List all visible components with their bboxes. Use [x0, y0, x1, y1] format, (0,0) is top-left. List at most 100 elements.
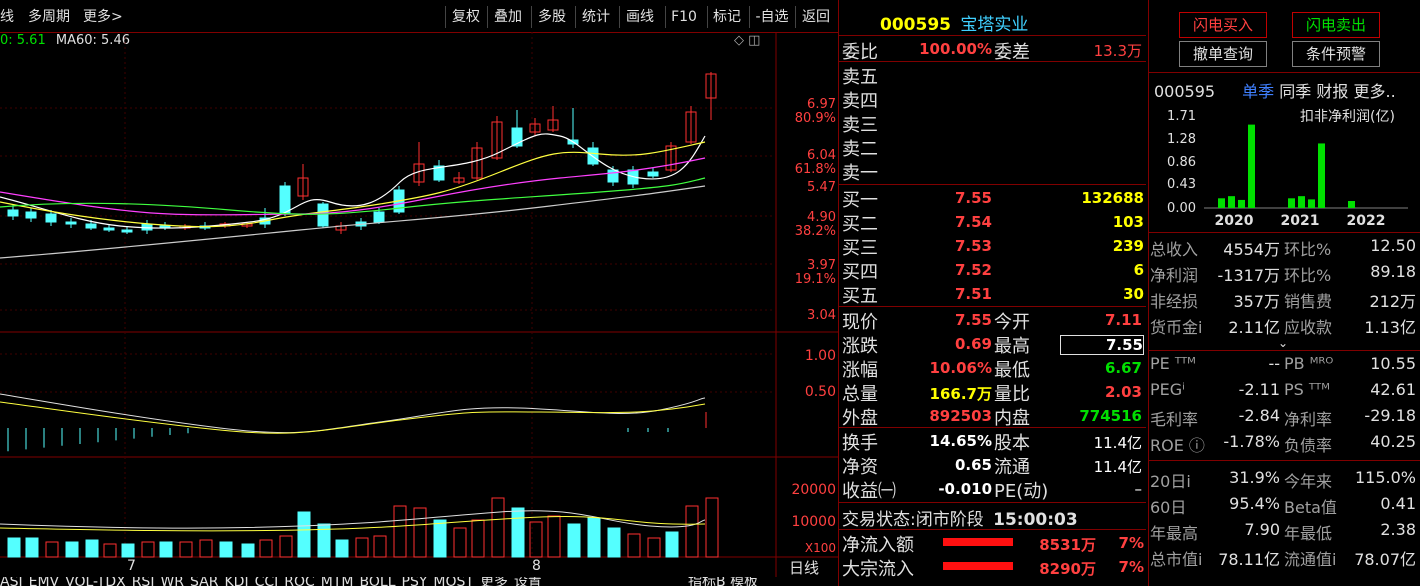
ma-line — [0, 133, 706, 229]
toolbar-button-3[interactable]: 统计 — [578, 5, 614, 29]
tab-more[interactable]: 更多.. — [1354, 82, 1396, 101]
indicator-tab-11[interactable]: PSY — [402, 577, 428, 586]
indicator-tab-1[interactable]: EMV — [29, 577, 60, 586]
fin-label-2: PB ᴹᴿᴼ — [1284, 354, 1334, 373]
cancel-order-button[interactable]: 撤单查询 — [1179, 41, 1267, 67]
bid-level-label: 买三 — [842, 238, 878, 259]
fin-label: 净利润 — [1150, 266, 1199, 285]
volume-bar — [179, 541, 193, 558]
mini-bar — [1248, 124, 1255, 208]
indicator-tab-7[interactable]: CCI — [255, 577, 279, 586]
flow-percent: 7% — [1118, 534, 1144, 552]
quote-label-2: 量比 — [994, 384, 1030, 405]
tab-report[interactable]: 财报 — [1316, 82, 1348, 101]
stock-header: 000595 宝塔实业 — [880, 10, 1028, 35]
toolbar-button-1[interactable]: 叠加 — [490, 5, 526, 29]
profit-mini-chart: 1.71 1.28 0.86 0.43 0.00 2020 2021 2022 — [1167, 109, 1408, 229]
indicator-tab-14[interactable]: 设置 — [514, 577, 542, 586]
tab-same-quarter[interactable]: 同季 — [1279, 82, 1311, 101]
daily-period-label[interactable]: 日线 — [789, 557, 819, 578]
weibi-value: 100.00% — [919, 40, 992, 58]
toolbar-button-5[interactable]: F10 — [668, 5, 700, 29]
candle-body — [85, 223, 97, 229]
volume-bar — [45, 541, 59, 558]
ma-line — [0, 185, 706, 259]
indicator-tab-10[interactable]: BOLL — [360, 577, 396, 586]
indicator-tab-2[interactable]: VOL-TDX — [65, 577, 126, 586]
fin-value: 31.9% — [1229, 468, 1280, 487]
volume-bar — [607, 527, 621, 558]
price-tick: 3.04 — [807, 308, 836, 323]
indicator-tab-3[interactable]: RSI — [132, 577, 155, 586]
stock-name: 宝塔实业 — [960, 15, 1029, 35]
volume-bar — [511, 507, 525, 558]
volume-bar — [547, 515, 561, 558]
fin-label: PEGⁱ — [1150, 380, 1186, 399]
indicator-tab-8[interactable]: ROC — [284, 577, 315, 586]
toolbar-button-0[interactable]: 复权 — [448, 5, 484, 29]
fin-label-2: Beta值 — [1284, 498, 1337, 517]
price-tick: 3.97 — [807, 258, 836, 273]
fin-label: 20日i — [1150, 472, 1191, 491]
price-tick: 5.47 — [807, 180, 836, 195]
toolbar-more[interactable]: 更多> — [83, 5, 123, 29]
divider — [839, 502, 1146, 503]
toolbar-button-7[interactable]: -自选 — [752, 5, 792, 29]
candle-body — [121, 229, 133, 233]
condition-alert-button[interactable]: 条件预警 — [1292, 41, 1380, 67]
mini-x-tick: 2021 — [1281, 213, 1320, 229]
flow-bar — [943, 562, 1013, 570]
fin-value-2: 40.25 — [1370, 432, 1416, 451]
tab-single-quarter[interactable]: 单季 — [1242, 82, 1274, 101]
mini-bar — [1218, 198, 1225, 208]
fin-value: -2.84 — [1238, 406, 1280, 425]
divider — [1148, 72, 1420, 73]
indicator-tab-9[interactable]: MTM — [321, 577, 354, 586]
indicator-tab-4[interactable]: WR — [160, 577, 184, 586]
stat-value-2: – — [1134, 480, 1143, 498]
fin-label: 非经损 — [1150, 292, 1199, 311]
toolbar-separator — [795, 6, 796, 28]
divider — [839, 427, 1146, 428]
fin-value: -1.78% — [1223, 432, 1280, 451]
x-label-august: 8 — [532, 558, 541, 574]
fin-value: -2.11 — [1238, 380, 1280, 399]
tab-template[interactable]: 模板 — [730, 577, 758, 586]
mini-bar — [1238, 199, 1245, 208]
toolbar-button-6[interactable]: 标记 — [710, 5, 744, 29]
flash-sell-button[interactable]: 闪电卖出 — [1292, 12, 1380, 38]
stat-value: -0.010 — [938, 480, 992, 498]
flow-label: 大宗流入 — [842, 559, 914, 580]
quote-value-2: 6.67 — [1104, 359, 1142, 377]
indicator-tab-5[interactable]: SAR — [190, 577, 218, 586]
indicator-tab-13[interactable]: 更多 — [480, 577, 508, 586]
toolbar-button-8[interactable]: 返回 — [798, 5, 834, 29]
volume-bar — [25, 537, 39, 558]
bid-price: 7.52 — [954, 261, 992, 279]
fin-value-2: 212万 — [1369, 292, 1416, 311]
divider — [1148, 350, 1420, 351]
flash-buy-button[interactable]: 闪电买入 — [1179, 12, 1267, 38]
mini-y-tick: 0.00 — [1167, 201, 1196, 216]
fin-label: PE ᵀᵀᴹ — [1150, 354, 1196, 373]
fin-value: 4554万 — [1223, 240, 1280, 259]
bid-volume: 6 — [1133, 261, 1144, 279]
quote-value-2: 2.03 — [1104, 383, 1142, 401]
mini-bar — [1288, 198, 1295, 208]
indicator-tab-12[interactable]: MOST — [433, 577, 474, 586]
indicator-tab-6[interactable]: KDJ — [224, 577, 248, 586]
trade-status-label: 交易状态: — [842, 510, 916, 530]
toolbar-button-4[interactable]: 画线 — [622, 5, 658, 29]
toolbar-button-2[interactable]: 多股 — [534, 5, 570, 29]
toolbar-multi-period[interactable]: 多周期 — [28, 5, 70, 29]
fin-label-2: 负债率 — [1284, 436, 1333, 455]
expand-chevron-icon[interactable]: ⌄ — [1278, 336, 1288, 350]
flow-bar — [943, 538, 1013, 546]
fin-label: 总市值i — [1150, 550, 1203, 569]
price-pct-tick: 19.1% — [794, 272, 836, 287]
fin-label-2: 环比% — [1284, 266, 1332, 285]
candle-body — [279, 185, 291, 215]
tab-indicator-b[interactable]: 指标B — [688, 577, 726, 586]
toolbar-left-0[interactable]: 线 — [0, 5, 14, 29]
indicator-tab-0[interactable]: ASI — [0, 577, 23, 586]
